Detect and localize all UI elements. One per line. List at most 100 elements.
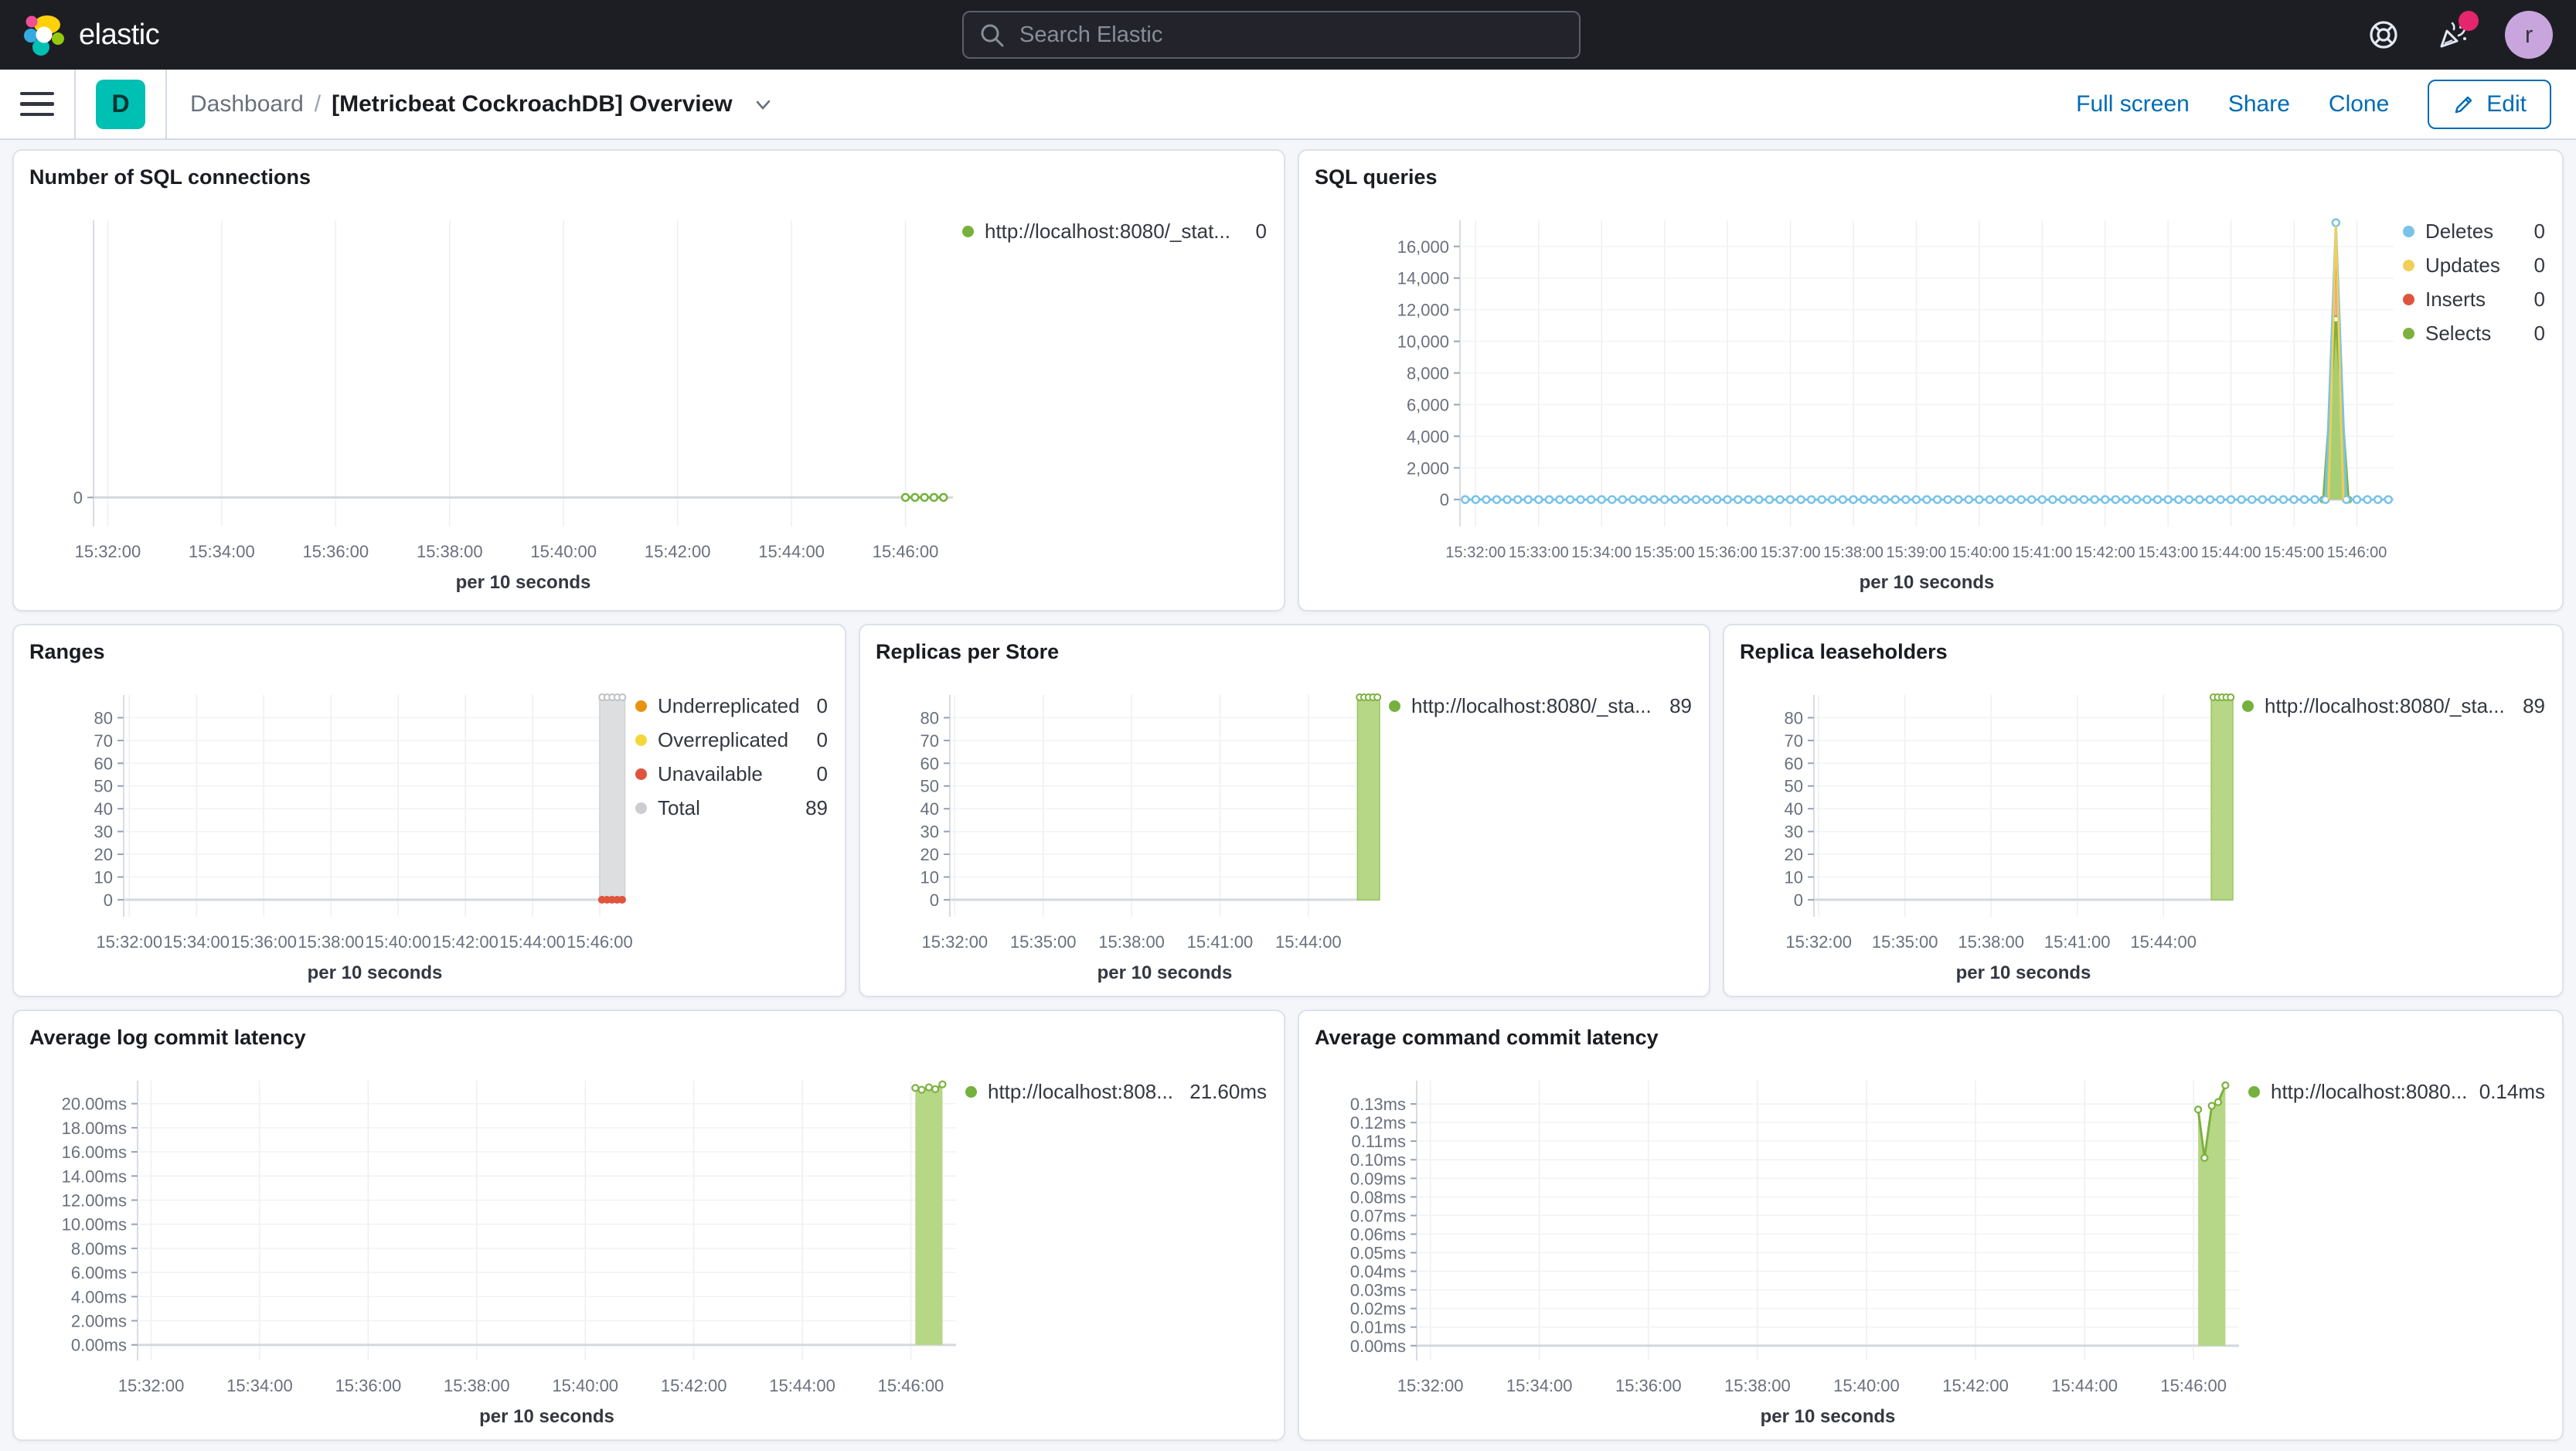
legend-value: 21.60ms	[1189, 1079, 1267, 1103]
elastic-logo[interactable]: elastic	[23, 13, 160, 56]
svg-text:15:42:00: 15:42:00	[645, 542, 711, 561]
legend-dot-icon	[635, 768, 647, 780]
elastic-logo-icon	[24, 15, 64, 56]
legend-item[interactable]: Selects 0	[2403, 316, 2550, 350]
chart-canvas[interactable]: 0 2,000 4,000 6,000 8,000 10,000 12,000 14,000 1…	[1315, 191, 2403, 602]
breadcrumb-separator: /	[314, 90, 322, 117]
svg-text:10,000: 10,000	[1397, 332, 1449, 352]
divider	[165, 69, 167, 139]
svg-text:40: 40	[94, 799, 113, 819]
page-title: [Metricbeat CockroachDB] Overview	[332, 90, 733, 117]
legend-label: http://localhost:808...	[988, 1079, 1173, 1103]
legend-item[interactable]: Overreplicated 0	[635, 723, 832, 757]
svg-text:0.02ms: 0.02ms	[1350, 1299, 1406, 1319]
svg-text:80: 80	[920, 708, 939, 727]
legend-item[interactable]: Total 89	[635, 791, 832, 825]
help-icon[interactable]	[2366, 17, 2401, 53]
panel-title[interactable]: SQL queries	[1315, 163, 2550, 191]
svg-text:15:40:00: 15:40:00	[1949, 544, 2009, 561]
chart-canvas[interactable]: 0 15:32:00 15:34:00 15:36:00 15:38:00 15:40:0…	[29, 191, 962, 602]
svg-text:70: 70	[1785, 731, 1803, 751]
topbar-actions: r	[2366, 11, 2553, 59]
chart-canvas[interactable]: 0.00ms 2.00ms 4.00ms 6.00ms 8.00ms 10.00ms 12.…	[29, 1051, 965, 1436]
svg-text:15:32:00: 15:32:00	[96, 932, 162, 952]
dashboard-app-badge: D	[96, 79, 145, 129]
chart-canvas[interactable]: 0.00ms0.01ms0.02ms0.03ms0.04ms0.05ms0.06…	[1315, 1051, 2248, 1436]
svg-text:15:34:00: 15:34:00	[226, 1376, 293, 1395]
panel-title[interactable]: Replica leaseholders	[1740, 638, 2550, 666]
full-screen-button[interactable]: Full screen	[2076, 91, 2190, 118]
svg-text:15:40:00: 15:40:00	[365, 932, 431, 952]
panel-title[interactable]: Replicas per Store	[876, 638, 1696, 666]
menu-icon[interactable]	[20, 87, 54, 121]
legend-value: 0	[816, 693, 828, 717]
pencil-icon	[2455, 96, 2472, 113]
legend-item[interactable]: http://localhost:8080/_sta... 89	[2242, 689, 2550, 723]
legend-item[interactable]: http://localhost:8080/_stat... 0	[962, 214, 1271, 248]
svg-text:15:38:00: 15:38:00	[417, 542, 483, 561]
search-icon	[981, 24, 1004, 47]
svg-text:15:40:00: 15:40:00	[552, 1376, 618, 1395]
legend-label: Inserts	[2425, 287, 2486, 311]
svg-text:15:46:00: 15:46:00	[873, 542, 939, 561]
svg-text:15:42:00: 15:42:00	[661, 1376, 727, 1395]
svg-text:per 10 seconds: per 10 seconds	[456, 572, 591, 593]
svg-text:15:44:00: 15:44:00	[769, 1376, 835, 1395]
svg-text:20: 20	[94, 845, 113, 864]
svg-text:10: 10	[920, 867, 939, 887]
panel-replica-leaseholders: Replica leaseholders 0 10 20 30 40 50 60 70 80 15…	[1723, 624, 2564, 997]
chart-canvas[interactable]: 0 10 20 30 40 50 60 70 80 15:32:00 15:35:00 15:38:0…	[876, 666, 1389, 993]
legend-item[interactable]: Deletes 0	[2403, 214, 2550, 248]
svg-text:15:46:00: 15:46:00	[567, 932, 633, 952]
legend-value: 89	[2523, 693, 2545, 717]
legend-item[interactable]: Unavailable 0	[635, 757, 832, 791]
svg-text:15:34:00: 15:34:00	[163, 932, 230, 952]
panel-title[interactable]: Ranges	[29, 638, 832, 666]
legend-item[interactable]: Underreplicated 0	[635, 689, 832, 723]
svg-text:0.01ms: 0.01ms	[1350, 1318, 1406, 1337]
legend-item[interactable]: http://localhost:8080/_sta... 89	[1389, 689, 1696, 723]
legend-dot-icon	[2403, 225, 2414, 237]
chart-legend: http://localhost:8080/_stat... 0	[962, 191, 1271, 602]
newsfeed-icon[interactable]	[2435, 11, 2479, 53]
svg-text:10: 10	[1785, 867, 1803, 887]
share-button[interactable]: Share	[2228, 91, 2290, 118]
svg-text:80: 80	[94, 708, 113, 727]
svg-text:15:38:00: 15:38:00	[298, 932, 364, 952]
legend-item[interactable]: http://localhost:8080... 0.14ms	[2248, 1075, 2550, 1109]
user-avatar[interactable]: r	[2505, 11, 2553, 59]
svg-text:15:40:00: 15:40:00	[1833, 1376, 1900, 1395]
panel-title[interactable]: Average log commit latency	[29, 1024, 1271, 1051]
chart-canvas[interactable]: 0 10 20 30 40 50 60 70 80 15:32:00 15:35:00 15:38:0…	[1740, 666, 2242, 993]
edit-button[interactable]: Edit	[2428, 79, 2551, 129]
panel-title[interactable]: Average command commit latency	[1315, 1024, 2550, 1051]
panel-title[interactable]: Number of SQL connections	[29, 163, 1271, 191]
svg-text:15:36:00: 15:36:00	[303, 542, 369, 561]
legend-item[interactable]: Updates 0	[2403, 248, 2550, 282]
clone-button[interactable]: Clone	[2329, 91, 2389, 118]
svg-text:50: 50	[920, 777, 939, 796]
dashboard-toolbar: D Dashboard / [Metricbeat CockroachDB] O…	[0, 69, 2576, 140]
svg-text:15:36:00: 15:36:00	[230, 932, 297, 952]
svg-text:15:44:00: 15:44:00	[2051, 1376, 2118, 1395]
svg-text:0: 0	[1440, 490, 1449, 509]
legend-value: 89	[1669, 693, 1692, 717]
svg-text:15:38:00: 15:38:00	[1724, 1376, 1791, 1395]
svg-text:15:37:00: 15:37:00	[1761, 544, 1821, 561]
legend-label: Deletes	[2425, 219, 2494, 243]
svg-text:15:42:00: 15:42:00	[2075, 544, 2135, 561]
legend-label: Total	[658, 795, 700, 819]
legend-item[interactable]: Inserts 0	[2403, 282, 2550, 316]
legend-item[interactable]: http://localhost:808... 21.60ms	[965, 1075, 1271, 1109]
brand-name: elastic	[79, 18, 160, 51]
svg-text:15:32:00: 15:32:00	[118, 1376, 185, 1395]
breadcrumb-dashboard-link[interactable]: Dashboard	[190, 91, 304, 118]
search-input[interactable]	[962, 11, 1581, 59]
panel-replicas-per-store: Replicas per Store 0 10 20 30 40 50 60 70 80 15:3…	[859, 624, 1710, 997]
legend-value: 0	[1255, 219, 1267, 243]
svg-text:15:42:00: 15:42:00	[1942, 1376, 2009, 1395]
title-options-caret-icon[interactable]	[751, 93, 774, 116]
chart-canvas[interactable]: 0 10 20 30 40 50 60 70 80 15:32:00 15:34:00 15:36:0…	[29, 666, 635, 993]
svg-text:14,000: 14,000	[1397, 269, 1449, 288]
svg-text:6.00ms: 6.00ms	[71, 1263, 127, 1282]
